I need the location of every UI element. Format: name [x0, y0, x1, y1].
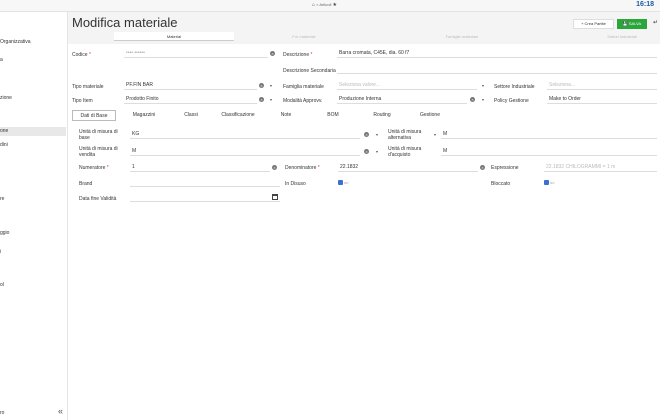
um-base-label: Unità di misura di base [79, 129, 118, 141]
modalita-approvv-label: Modalità Approvv. [283, 98, 323, 104]
chevron-down-icon[interactable]: ▾ [270, 83, 272, 88]
data-fine-validita-input[interactable] [130, 193, 280, 202]
famiglia-materiale-label: Famiglia materiale [283, 84, 324, 90]
clear-icon[interactable]: × [259, 83, 264, 88]
clear-icon[interactable]: × [480, 165, 485, 170]
um-vendita-label: Unità di misura di vendita [79, 146, 118, 158]
tab-dati-di-base[interactable]: Dati di Base [72, 110, 116, 121]
tab-famiglie-materiale[interactable]: Famiglie materiale [402, 32, 522, 41]
um-vendita-select[interactable]: M [130, 147, 360, 156]
codice-input[interactable]: •••• •••••• [124, 49, 268, 58]
salva-label: SALVA [628, 21, 642, 26]
chevron-down-icon[interactable]: ▾ [434, 132, 436, 137]
chevron-down-icon[interactable]: ▾ [376, 132, 378, 137]
denominatore-input[interactable]: 22.1832 [338, 163, 478, 172]
sidebar-item-active[interactable]: one [0, 127, 66, 136]
policy-gestione-label: Policy Gestione [494, 98, 529, 104]
um-acquisto-select[interactable]: M [441, 147, 657, 156]
clear-icon[interactable]: × [364, 132, 369, 137]
breadcrumb-articoli[interactable]: > Articoli [316, 2, 331, 7]
bloccato-checkbox[interactable] [544, 180, 549, 185]
sidebar-item-2[interactable]: a [0, 57, 3, 63]
descrizione-input[interactable]: Barra cromata, C45E, dia. 60 f7 [337, 49, 657, 58]
sidebar: Organizzativa a zione one dini re ggio i… [0, 12, 68, 420]
clear-icon[interactable]: × [270, 51, 275, 56]
sub-tabs: Dati di Base Magazzini Classi Classifica… [72, 110, 660, 121]
policy-gestione-select[interactable]: Make to Order [547, 95, 657, 104]
chevron-down-icon[interactable]: ▾ [482, 97, 484, 102]
descrizione-secondaria-label: Descrizione Secondaria [283, 68, 336, 74]
clock: 16:18 [636, 1, 654, 8]
modalita-approvv-select[interactable]: Produzione Interna [337, 95, 467, 104]
um-acquisto-label: Unità di misura d'acquisto [388, 146, 422, 158]
calendar-icon[interactable] [272, 194, 278, 200]
um-base-select[interactable]: KG [130, 130, 360, 139]
settore-industriale-select[interactable]: Seleziona... [547, 81, 657, 90]
in-disuso-checkbox[interactable] [338, 180, 343, 185]
return-icon[interactable]: ↵ [653, 19, 658, 26]
sidebar-item-6[interactable]: re [0, 196, 4, 202]
breadcrumb: ⌂ > Articoli ★ [312, 2, 337, 8]
denominatore-label: Denominatore * [285, 165, 320, 171]
tab-settori-industriali[interactable]: Settori industriali [562, 32, 660, 41]
um-alternativa-select[interactable]: M [441, 130, 657, 139]
tab-magazzini[interactable]: Magazzini [124, 110, 164, 121]
tab-bom[interactable]: BOM [322, 110, 344, 121]
brand-label: Brand [79, 181, 93, 187]
data-fine-validita-label: Data fine Validità [79, 196, 117, 202]
clear-icon[interactable]: × [364, 149, 369, 154]
sidebar-item-8[interactable]: i [0, 249, 1, 255]
tab-classificazione[interactable]: Classificazione [206, 110, 270, 121]
clear-icon[interactable]: × [272, 165, 277, 170]
chevron-down-icon[interactable]: ▾ [482, 83, 484, 88]
bloccato-state: NO [550, 181, 555, 185]
tab-gestione[interactable]: Gestione [416, 110, 444, 121]
numeratore-label: Numeratore * [79, 165, 109, 171]
collapse-icon[interactable]: « [58, 406, 63, 416]
tab-material[interactable]: Material [114, 32, 234, 41]
tab-note[interactable]: Note [276, 110, 296, 121]
tipo-materiale-select[interactable]: PF.FIN BAR [124, 81, 257, 90]
bloccato-label: Bloccato [491, 181, 511, 187]
tipo-item-label: Tipo Item [72, 98, 93, 104]
chevron-down-icon[interactable]: ▾ [376, 149, 378, 154]
star-icon[interactable]: ★ [333, 2, 337, 8]
sidebar-item-7[interactable]: ggio [0, 230, 9, 236]
home-icon[interactable]: ⌂ [312, 2, 315, 8]
descrizione-secondaria-input[interactable] [337, 65, 657, 74]
tab-fur-materiale[interactable]: Fur materiale [244, 32, 364, 41]
salva-button[interactable]: 💾 SALVA [617, 19, 647, 29]
tab-classi[interactable]: Classi [176, 110, 206, 121]
brand-input[interactable] [130, 178, 280, 187]
numeratore-input[interactable]: 1 [130, 163, 270, 172]
famiglia-materiale-select[interactable]: Seleziona valore... [337, 81, 477, 90]
sidebar-item-organizzativa[interactable]: Organizzativa [0, 39, 31, 45]
espressione-value: 22.1832 CHILOGRAMMI = 1 m [544, 163, 657, 172]
sidebar-item-5[interactable]: dini [0, 142, 8, 148]
tab-routing[interactable]: Routing [368, 110, 396, 121]
clear-icon[interactable]: × [259, 97, 264, 102]
chevron-down-icon[interactable]: ▾ [270, 97, 272, 102]
page-title: Modifica materiale [72, 15, 178, 30]
espressione-label: Espressione [491, 165, 519, 171]
in-disuso-state: NO [344, 181, 349, 185]
um-alternativa-label: Unità di misura alternativa [388, 129, 422, 141]
in-disuso-label: In Disuso [285, 181, 306, 187]
codice-label: Codice * [72, 52, 91, 58]
clear-icon[interactable]: × [470, 97, 475, 102]
top-bar: ⌂ > Articoli ★ 16:18 [0, 0, 660, 12]
crea-partite-button[interactable]: + Crea Partite [573, 19, 614, 29]
sidebar-item-3[interactable]: zione [0, 95, 12, 101]
settore-industriale-label: Settore Industriale [494, 84, 535, 90]
descrizione-label: Descrizione * [283, 52, 313, 58]
sidebar-item-9[interactable]: ol [0, 282, 4, 288]
tipo-materiale-label: Tipo materiale [72, 84, 104, 90]
sidebar-item-10[interactable]: ro [0, 410, 4, 416]
tipo-item-select[interactable]: Prodotto Finito [124, 95, 257, 104]
main-tabs: Material Fur materiale Famiglie material… [114, 32, 660, 41]
